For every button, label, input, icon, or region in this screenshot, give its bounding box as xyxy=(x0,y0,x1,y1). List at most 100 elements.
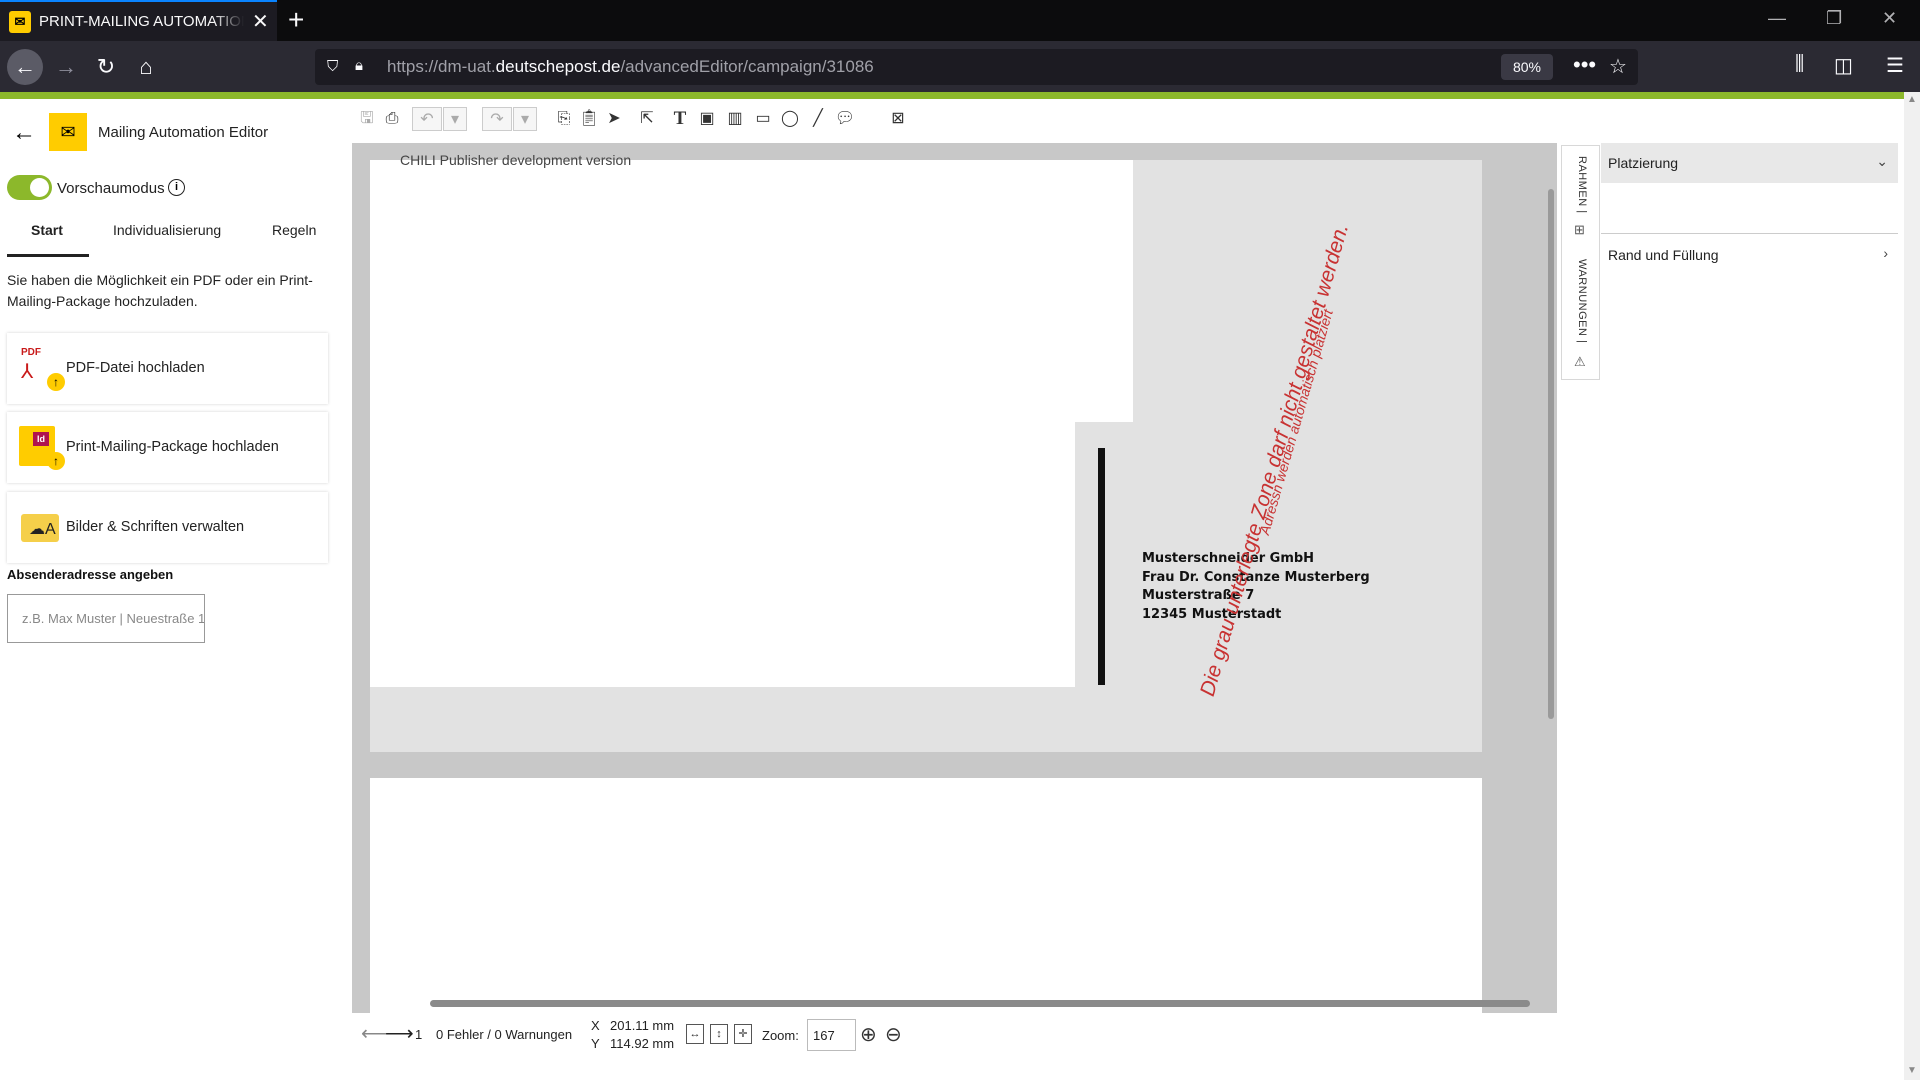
deutsche-post-logo: ✉ xyxy=(49,113,87,151)
zoom-input[interactable] xyxy=(807,1019,856,1051)
zone-warning-subtext: Adressn werden automatisch platziert xyxy=(1256,307,1336,537)
window-close-icon[interactable]: ✕ xyxy=(1882,8,1897,29)
select-icon[interactable]: ➤ xyxy=(602,107,626,131)
direct-select-icon[interactable]: ⇱ xyxy=(635,107,659,131)
save-icon[interactable]: 🖫 xyxy=(355,107,379,131)
canvas-vertical-scrollbar[interactable] xyxy=(1548,189,1554,719)
library-icon[interactable]: ⫼ xyxy=(1795,53,1804,76)
forward-button[interactable]: → xyxy=(48,49,84,85)
tab-close-icon[interactable]: ✕ xyxy=(252,12,269,32)
tracking-shield-icon[interactable]: ⛉ xyxy=(327,58,338,75)
home-button[interactable]: ⌂ xyxy=(128,49,164,85)
scroll-up-icon[interactable]: ▲ xyxy=(1907,94,1917,105)
sender-address-input[interactable] xyxy=(7,594,205,643)
fit-page-icon[interactable]: ✛ xyxy=(734,1024,752,1044)
comment-icon[interactable]: 💬︎ xyxy=(833,107,857,131)
zoom-out-icon[interactable]: ⊖ xyxy=(885,1022,902,1047)
reload-button[interactable]: ↻ xyxy=(88,49,124,85)
info-icon[interactable]: i xyxy=(168,179,185,196)
menu-icon[interactable]: ☰ xyxy=(1886,53,1904,78)
browser-navbar: ← → ↻ ⌂ ⛉ 🔒︎ https://dm-uat.deutschepost… xyxy=(0,41,1920,92)
y-coordinate: 114.92 mm xyxy=(610,1036,675,1051)
y-label: Y xyxy=(591,1036,600,1051)
rectangle-icon[interactable]: ▭ xyxy=(751,107,775,131)
tab-title: PRINT-MAILING AUTOMATION xyxy=(39,13,244,30)
copy-icon[interactable]: ⎘ xyxy=(552,107,576,131)
redo-icon[interactable]: ↷ xyxy=(482,107,512,131)
hide-frames-icon[interactable]: ⊠ xyxy=(886,107,910,131)
fit-height-icon[interactable]: ↕ xyxy=(710,1024,728,1044)
design-area-bottom[interactable] xyxy=(370,422,1075,687)
image-icon[interactable]: ▣ xyxy=(695,107,719,131)
address-line: 12345 Musterstadt xyxy=(1142,606,1282,622)
zoom-in-icon[interactable]: ⊕ xyxy=(860,1022,877,1047)
folder-fonts-icon: ☁A xyxy=(15,504,59,550)
page-actions-icon[interactable]: ••• xyxy=(1573,52,1596,78)
page-scrollbar[interactable]: ▲ ▼ xyxy=(1904,92,1920,1080)
upload-package-label: Print-Mailing-Package hochladen xyxy=(66,439,279,455)
tab-frames[interactable]: RAHMEN | xyxy=(1576,156,1588,214)
minimize-icon[interactable]: — xyxy=(1768,8,1786,29)
address-line: Frau Dr. Constanze Musterberg xyxy=(1142,569,1370,585)
tab-individualisierung[interactable]: Individualisierung xyxy=(113,222,221,238)
browser-tab[interactable]: ✉ PRINT-MAILING AUTOMATION ✕ xyxy=(0,0,277,41)
error-summary[interactable]: 0 Fehler / 0 Warnungen xyxy=(436,1027,572,1042)
tab-start[interactable]: Start xyxy=(31,222,63,238)
chevron-right-icon: › xyxy=(1883,245,1888,261)
editor-app: ← ✉ Mailing Automation Editor Vorschaumo… xyxy=(0,99,1904,1079)
export-icon[interactable]: ⎙ xyxy=(380,107,404,131)
url-text[interactable]: https://dm-uat.deutschepost.de/advancedE… xyxy=(387,57,874,77)
border-fill-accordion[interactable]: Rand und Füllung › xyxy=(1601,235,1898,275)
chili-dev-label: CHILI Publisher development version xyxy=(400,152,632,168)
restore-icon[interactable]: ❐ xyxy=(1826,8,1842,29)
x-label: X xyxy=(591,1018,600,1033)
ellipse-icon[interactable]: ◯ xyxy=(778,107,802,131)
upload-pdf-card[interactable]: PDF ⅄ ↑ PDF-Datei hochladen xyxy=(7,333,328,404)
preview-mode-label: Vorschaumodus xyxy=(57,180,165,197)
browser-tabbar: ✉ PRINT-MAILING AUTOMATION ✕ + — ❐ ✕ xyxy=(0,0,1920,41)
undo-dropdown-icon[interactable]: ▾ xyxy=(443,107,467,131)
manage-assets-label: Bilder & Schriften verwalten xyxy=(66,519,245,535)
address-line: Musterstraße 7 xyxy=(1142,588,1255,603)
barcode-icon[interactable]: ▥ xyxy=(723,107,747,131)
text-icon[interactable]: T xyxy=(668,107,692,131)
url-bar[interactable]: ⛉ 🔒︎ https://dm-uat.deutschepost.de/adva… xyxy=(315,49,1638,85)
intro-text: Sie haben die Möglichkeit ein PDF oder e… xyxy=(7,272,313,309)
redo-dropdown-icon[interactable]: ▾ xyxy=(513,107,537,131)
undo-icon[interactable]: ↶ xyxy=(412,107,442,131)
border-fill-label: Rand und Füllung xyxy=(1608,247,1719,263)
frames-grid-icon[interactable]: ⊞ xyxy=(1574,222,1585,238)
upload-package-card[interactable]: Id ↑ Print-Mailing-Package hochladen xyxy=(7,412,328,483)
placement-panel-body xyxy=(1601,183,1898,234)
upload-pdf-label: PDF-Datei hochladen xyxy=(66,360,205,376)
sidebar-icon[interactable]: ◫ xyxy=(1834,53,1853,78)
preview-mode-toggle[interactable] xyxy=(7,175,52,200)
warning-triangle-icon[interactable]: ⚠ xyxy=(1574,354,1586,370)
design-area-top[interactable] xyxy=(370,160,1133,422)
zoom-level-badge[interactable]: 80% xyxy=(1501,54,1553,80)
tab-regeln[interactable]: Regeln xyxy=(272,222,316,238)
tab-warnings[interactable]: WARNUNGEN | xyxy=(1576,259,1588,343)
fit-width-icon[interactable]: ↔ xyxy=(686,1024,704,1044)
lock-icon[interactable]: 🔒︎ xyxy=(355,57,363,74)
canvas-horizontal-scrollbar[interactable] xyxy=(430,1000,1530,1007)
left-panel: ← ✉ Mailing Automation Editor Vorschaumo… xyxy=(0,99,332,1079)
toggle-knob xyxy=(30,178,49,197)
active-tab-indicator xyxy=(7,254,89,257)
document-page-1[interactable]: CHILI Publisher development version Must… xyxy=(370,152,1482,752)
zoom-label: Zoom: xyxy=(762,1028,799,1043)
bookmark-star-icon[interactable]: ☆ xyxy=(1609,54,1627,79)
scroll-down-icon[interactable]: ▼ xyxy=(1907,1065,1917,1076)
manage-assets-card[interactable]: ☁A Bilder & Schriften verwalten xyxy=(7,492,328,563)
package-upload-icon: Id ↑ xyxy=(15,424,65,470)
paste-icon[interactable]: 📋︎ xyxy=(577,107,601,131)
new-tab-button[interactable]: + xyxy=(288,6,304,34)
next-page-icon[interactable]: ⟶ xyxy=(385,1021,414,1046)
back-button[interactable]: ← xyxy=(7,49,43,85)
document-page-2[interactable] xyxy=(370,778,1482,1013)
arrow-left-icon[interactable]: ← xyxy=(12,119,36,147)
placement-label: Platzierung xyxy=(1608,155,1679,171)
editor-canvas[interactable]: CHILI Publisher development version Must… xyxy=(352,143,1557,1013)
placement-accordion[interactable]: Platzierung ⌄ xyxy=(1601,143,1898,183)
line-icon[interactable]: ╱ xyxy=(806,107,830,131)
